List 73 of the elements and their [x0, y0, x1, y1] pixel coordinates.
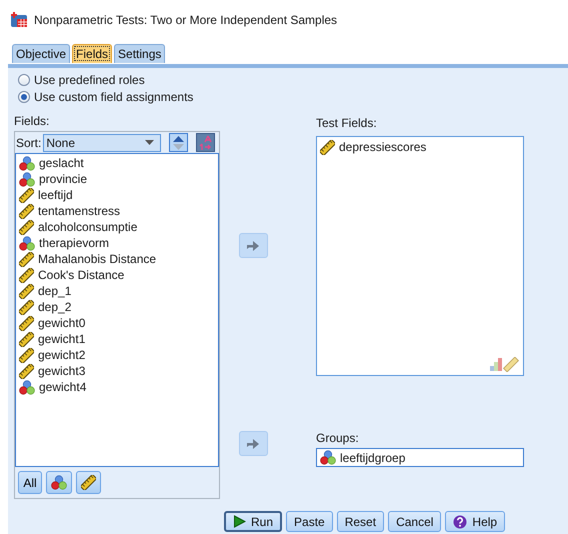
field-name[interactable]: depressiescores — [339, 140, 426, 154]
filter-button[interactable] — [76, 471, 101, 494]
ruler-icon — [19, 348, 34, 362]
fields-label: Fields: — [14, 114, 50, 128]
dialog-button[interactable]: Help — [445, 511, 506, 532]
field-name[interactable]: geslacht — [39, 156, 84, 170]
radio-label[interactable]: Use predefined roles — [34, 72, 145, 86]
sort-arrows-icon — [173, 136, 184, 150]
ruler-icon — [19, 284, 34, 298]
sort-type-button[interactable] — [196, 133, 216, 152]
sort-label: Sort: — [16, 136, 42, 150]
dialog-button[interactable]: Cancel — [388, 511, 442, 532]
field-name[interactable]: leeftijdgroep — [340, 450, 406, 464]
field-name[interactable]: dep_1 — [38, 284, 72, 298]
field-name[interactable]: leeftijd — [38, 188, 73, 202]
ruler-icon — [320, 140, 335, 154]
radio-label[interactable]: Use custom field assignments — [34, 90, 194, 104]
move-button[interactable] — [238, 431, 268, 456]
field-name[interactable]: gewicht3 — [38, 364, 86, 378]
sort-icon — [198, 134, 213, 150]
ruler-icon — [81, 475, 96, 490]
groups-field[interactable]: leeftijdgroep — [316, 448, 524, 467]
nominal-icon — [19, 380, 35, 394]
ruler-icon — [19, 332, 34, 346]
ruler-icon — [19, 220, 34, 234]
test-fields-label: Test Fields: — [316, 116, 378, 130]
nominal-icon — [19, 172, 35, 186]
dialog-button[interactable]: Paste — [286, 511, 333, 532]
play-icon — [233, 515, 246, 528]
groups-label: Groups: — [316, 431, 360, 445]
field-name[interactable]: gewicht1 — [38, 332, 86, 346]
fields-list[interactable]: geslacht provincie leeftijd tentamenstress alcoholconsumptie therapievorm Mahalanobis Distance Cook's Distance dep_1 dep_2 gewicht0 gewicht1 gewicht2 gewicht3 gewicht4 — [15, 153, 219, 467]
ruler-icon — [19, 300, 34, 314]
ruler-icon — [19, 316, 34, 330]
arrow-icon — [246, 240, 260, 252]
field-name[interactable]: gewicht2 — [38, 348, 86, 362]
ruler-icon — [19, 252, 34, 266]
caret-icon — [145, 140, 154, 145]
filter-button[interactable]: All — [18, 471, 42, 494]
arrow-icon — [246, 438, 260, 450]
move-button[interactable] — [238, 233, 268, 258]
field-name[interactable]: gewicht0 — [38, 316, 86, 330]
ruler-icon — [19, 188, 34, 202]
tab[interactable]: Settings — [114, 44, 166, 63]
help-icon — [453, 514, 468, 528]
field-name[interactable]: Cook's Distance — [38, 268, 124, 282]
test-fields-list[interactable]: depressiescores — [316, 136, 524, 376]
app-icon — [10, 12, 28, 28]
filter-button[interactable] — [46, 471, 72, 494]
dialog-button[interactable]: Reset — [336, 511, 384, 532]
window-title: Nonparametric Tests: Two or More Independent Samples — [34, 13, 338, 27]
field-name[interactable]: dep_2 — [38, 300, 72, 314]
measure-icons-drawing — [489, 357, 519, 372]
radio-button[interactable] — [18, 90, 30, 102]
sort-order-button[interactable] — [169, 133, 188, 152]
field-name[interactable]: therapievorm — [39, 236, 110, 250]
nominal-icon — [51, 475, 67, 490]
field-name[interactable]: provincie — [39, 172, 88, 186]
tab[interactable]: Fields — [72, 44, 112, 63]
ruler-icon — [19, 268, 34, 282]
ruler-icon — [19, 364, 34, 378]
tab[interactable]: Objective — [12, 44, 70, 63]
ruler-icon — [19, 204, 34, 218]
sort-dropdown[interactable]: None — [43, 134, 162, 152]
dialog-button[interactable]: Run — [224, 511, 282, 532]
field-name[interactable]: tentamenstress — [38, 204, 120, 218]
field-name[interactable]: Mahalanobis Distance — [38, 252, 156, 266]
field-name[interactable]: gewicht4 — [39, 380, 86, 394]
nominal-icon — [19, 236, 35, 250]
nominal-icon — [320, 450, 336, 465]
nominal-icon — [19, 156, 35, 170]
radio-button[interactable] — [18, 74, 30, 86]
field-name[interactable]: alcoholconsumptie — [38, 220, 138, 234]
